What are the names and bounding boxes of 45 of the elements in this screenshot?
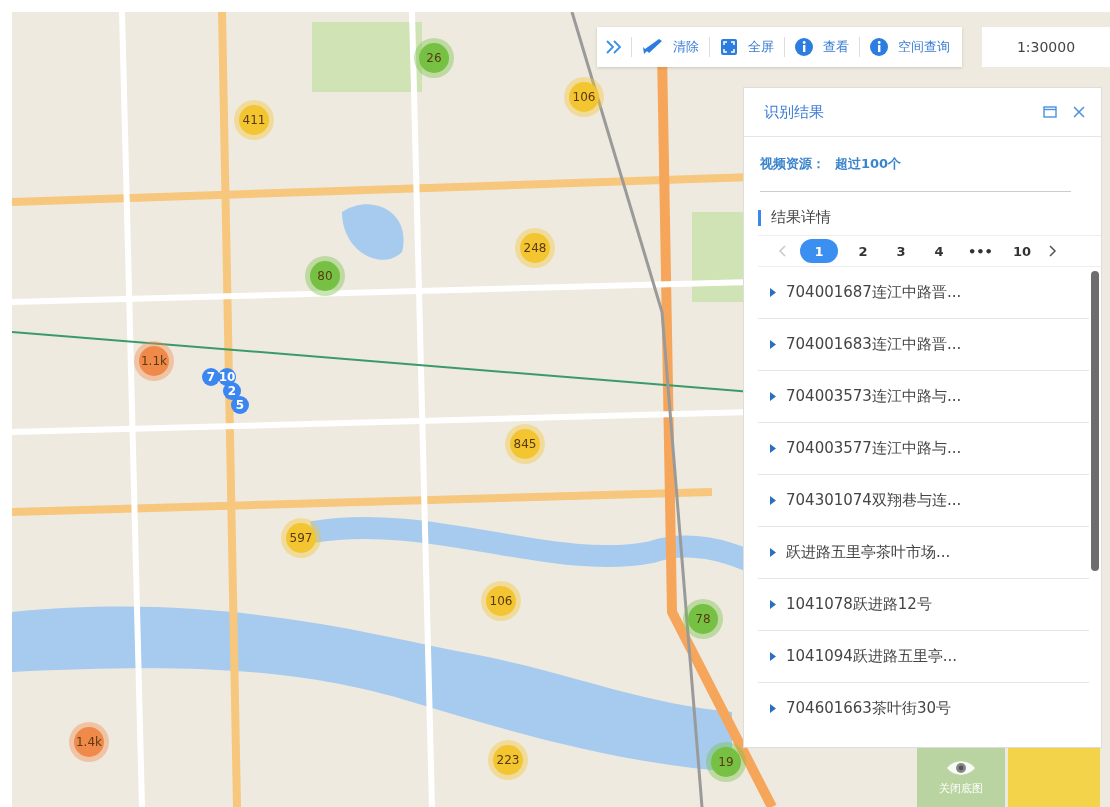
result-item[interactable]: 704601663茶叶街30号 — [758, 683, 1089, 734]
eye-icon[interactable] — [946, 759, 976, 777]
page-button[interactable]: 10 — [1008, 239, 1035, 263]
result-item[interactable]: 704301074双翔巷与连... — [758, 475, 1089, 527]
expand-arrow-icon[interactable] — [770, 444, 776, 453]
result-item[interactable]: 跃进路五里亭茶叶市场... — [758, 527, 1089, 579]
map-thumbnail[interactable] — [1008, 748, 1100, 807]
page-button[interactable]: ••• — [964, 239, 997, 263]
fullscreen-icon[interactable] — [720, 38, 738, 56]
scale-field[interactable]: 1:30000 — [982, 27, 1110, 67]
expand-arrow-icon[interactable] — [770, 652, 776, 661]
page-button[interactable]: 4 — [926, 239, 952, 263]
brush-icon[interactable] — [642, 38, 663, 56]
resource-label: 视频资源： — [760, 155, 825, 173]
info-icon[interactable] — [870, 38, 888, 56]
close-icon[interactable] — [1073, 106, 1085, 118]
result-item[interactable]: 1041078跃进路12号 — [758, 579, 1089, 631]
result-item[interactable]: 704003573连江中路与... — [758, 371, 1089, 423]
expand-icon[interactable] — [605, 39, 623, 55]
result-item[interactable]: 1041094跃进路五里亭... — [758, 631, 1089, 683]
expand-arrow-icon[interactable] — [770, 392, 776, 401]
section-marker — [758, 209, 761, 226]
info-icon[interactable] — [795, 38, 813, 56]
section-title: 结果详情 — [771, 208, 831, 227]
page-button[interactable]: 2 — [850, 239, 876, 263]
scrollbar[interactable] — [1091, 271, 1099, 571]
info-button[interactable]: 查看 — [793, 38, 851, 56]
expand-arrow-icon[interactable] — [770, 548, 776, 557]
expand-arrow-icon[interactable] — [770, 600, 776, 609]
resource-value: 超过100个 — [835, 155, 902, 173]
result-item[interactable]: 704001687连江中路晋... — [758, 267, 1089, 319]
next-page-icon[interactable] — [1047, 245, 1057, 257]
expand-arrow-icon[interactable] — [770, 704, 776, 713]
expand-arrow-icon[interactable] — [770, 496, 776, 505]
info-button[interactable]: 空间查询 — [868, 38, 952, 56]
page-button[interactable]: 3 — [888, 239, 914, 263]
expand-arrow-icon[interactable] — [770, 288, 776, 297]
clear-button[interactable]: 清除 — [640, 38, 701, 56]
page-button[interactable]: 1 — [800, 239, 838, 263]
result-item[interactable]: 704001683连江中路晋... — [758, 319, 1089, 371]
result-item[interactable]: 704003577连江中路与... — [758, 423, 1089, 475]
panel-title: 识别结果 — [764, 102, 825, 122]
expand-arrow-icon[interactable] — [770, 340, 776, 349]
fullscreen-button[interactable]: 全屏 — [718, 38, 776, 56]
maximize-icon[interactable] — [1043, 106, 1057, 118]
